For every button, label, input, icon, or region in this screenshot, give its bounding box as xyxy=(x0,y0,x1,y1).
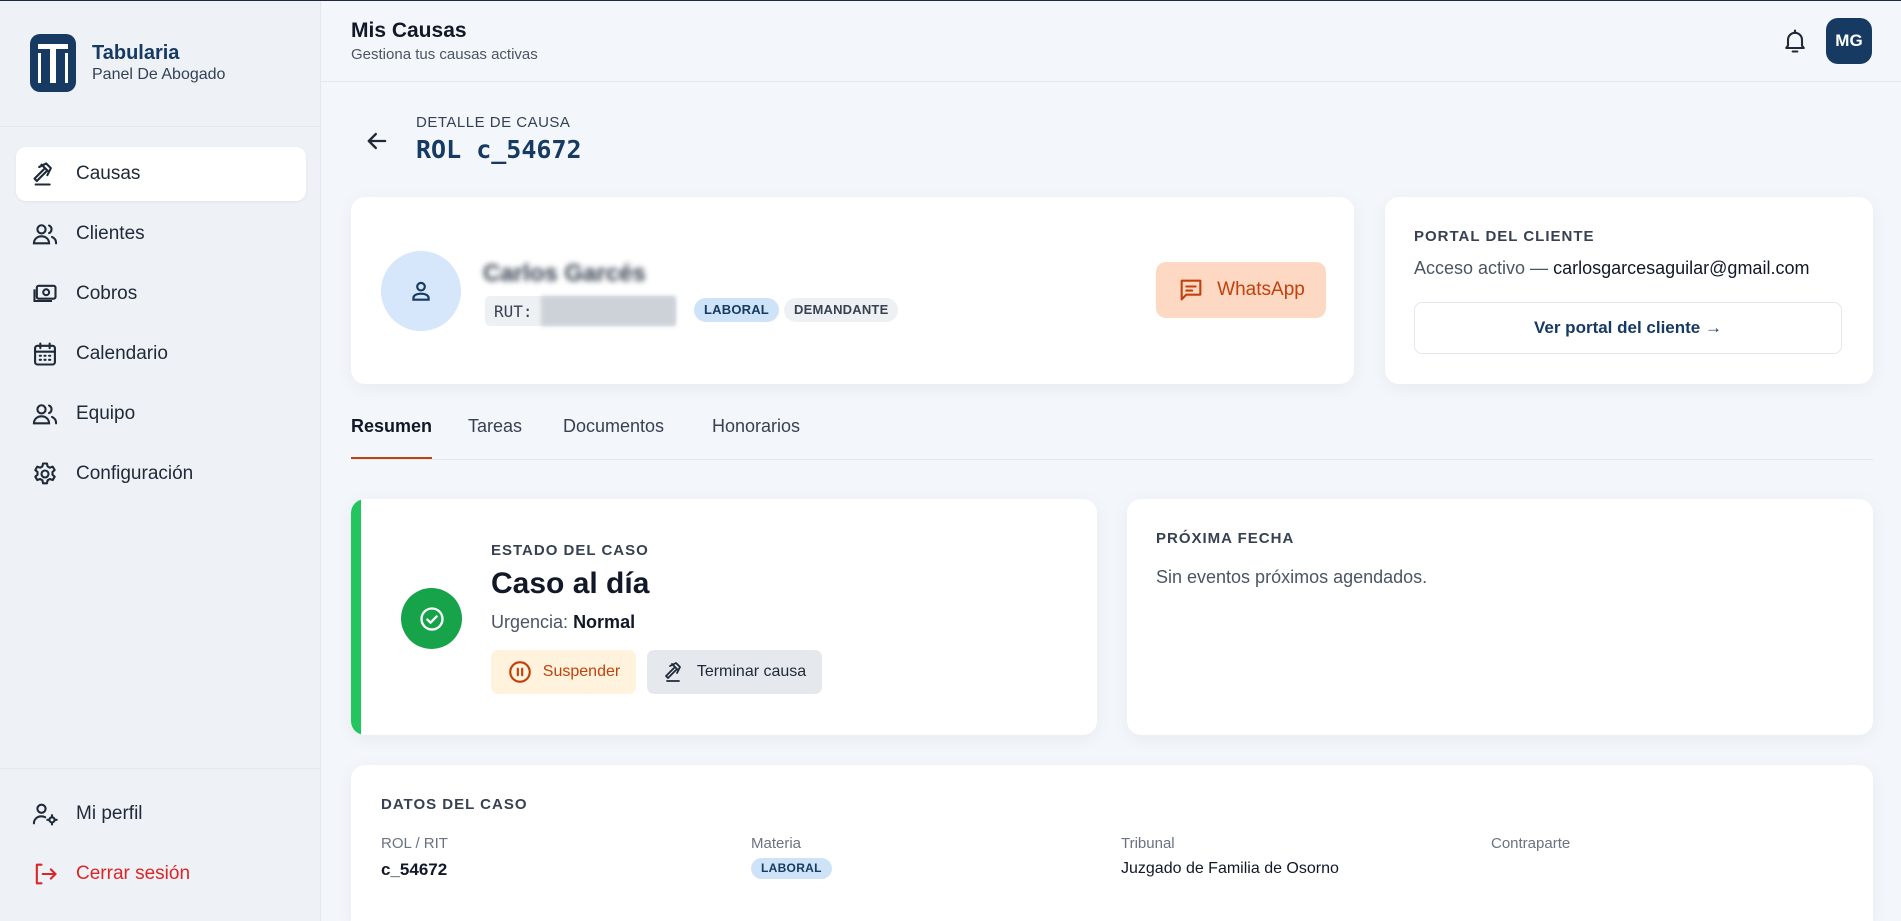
client-portal-card: PORTAL DEL CLIENTE Acceso activo — carlo… xyxy=(1385,197,1873,384)
next-date-card: PRÓXIMA FECHA Sin eventos próximos agend… xyxy=(1127,499,1873,735)
field-label: Contraparte xyxy=(1491,835,1571,852)
next-date-text: Sin eventos próximos agendados. xyxy=(1156,567,1428,587)
urgency-label: Urgencia: xyxy=(491,612,569,632)
portal-title: PORTAL DEL CLIENTE xyxy=(1414,228,1595,245)
sidebar-item-label: Cobros xyxy=(76,283,138,304)
brand-subtitle: Panel De Abogado xyxy=(92,66,226,83)
client-card: Carlos Garcés RUT: LABORAL DEMANDANTE Wh… xyxy=(351,197,1354,384)
sidebar-item-equipo[interactable]: Equipo xyxy=(16,387,306,441)
field-label: ROL / RIT xyxy=(381,835,448,852)
team-icon xyxy=(32,404,58,425)
field-label: Materia xyxy=(751,835,802,852)
case-field-rol: ROL / RIT c_54672 xyxy=(381,835,448,880)
logout-button[interactable]: Cerrar sesión xyxy=(16,847,306,901)
sidebar-item-mi-perfil[interactable]: Mi perfil xyxy=(16,787,306,841)
back-arrow-icon[interactable] xyxy=(363,127,391,155)
tab-documentos[interactable]: Documentos xyxy=(563,416,664,459)
tab-tareas[interactable]: Tareas xyxy=(468,416,522,459)
calendar-icon xyxy=(34,342,56,366)
status-label: ESTADO DEL CASO xyxy=(491,542,649,559)
sidebar-divider xyxy=(0,126,320,127)
tag-laboral: LABORAL xyxy=(694,298,779,322)
next-date-title: PRÓXIMA FECHA xyxy=(1156,530,1295,547)
notification-bell-icon[interactable] xyxy=(1781,27,1809,55)
case-tabs: Resumen Tareas Documentos Honorarios xyxy=(351,401,1873,460)
logout-icon xyxy=(35,863,57,885)
urgency-value: Normal xyxy=(573,612,636,632)
rut-value-redacted xyxy=(540,296,676,326)
gavel-icon xyxy=(664,662,681,682)
client-name: Carlos Garcés xyxy=(483,260,646,287)
users-icon xyxy=(32,224,58,245)
field-value: c_54672 xyxy=(381,860,448,879)
status-title: Caso al día xyxy=(491,567,650,600)
user-settings-icon xyxy=(32,803,58,826)
materia-chip: LABORAL xyxy=(751,858,832,879)
sidebar: Tabularia Panel De Abogado Causas Client… xyxy=(0,1,321,921)
brand[interactable]: Tabularia Panel De Abogado xyxy=(30,34,225,92)
banknote-icon xyxy=(33,284,57,303)
gear-icon xyxy=(34,462,56,485)
sidebar-bottom-nav: Mi perfil Cerrar sesión xyxy=(16,787,306,907)
case-data-title: DATOS DEL CASO xyxy=(381,796,528,813)
sidebar-item-label: Mi perfil xyxy=(76,803,143,824)
terminate-label: Terminar causa xyxy=(696,663,807,680)
case-status-card: ESTADO DEL CASO Caso al día Urgencia: No… xyxy=(351,499,1097,735)
case-rol-title: ROL c_54672 xyxy=(416,135,582,164)
whatsapp-label: WhatsApp xyxy=(1217,279,1305,300)
field-label: Tribunal xyxy=(1121,835,1175,852)
view-portal-button[interactable]: Ver portal del cliente → xyxy=(1414,302,1842,354)
client-rut: RUT: xyxy=(485,296,676,326)
sidebar-divider xyxy=(0,768,320,769)
sidebar-item-label: Equipo xyxy=(76,403,136,424)
tab-honorarios[interactable]: Honorarios xyxy=(712,416,800,459)
sidebar-item-configuracion[interactable]: Configuración xyxy=(16,447,306,501)
tabularia-logo-icon xyxy=(30,34,76,92)
sidebar-item-label: Cerrar sesión xyxy=(76,863,191,884)
terminate-case-button[interactable]: Terminar causa xyxy=(647,650,822,694)
urgency: Urgencia: Normal xyxy=(491,612,635,633)
status-accent-bar xyxy=(351,499,361,735)
client-avatar xyxy=(381,251,461,331)
sidebar-item-cobros[interactable]: Cobros xyxy=(16,267,306,321)
sidebar-item-label: Configuración xyxy=(76,463,194,484)
whatsapp-button[interactable]: WhatsApp xyxy=(1156,262,1326,318)
tag-demandante: DEMANDANTE xyxy=(784,298,899,322)
brand-name: Tabularia xyxy=(92,42,180,64)
sidebar-nav: Causas Clientes Cobros Calendario Equipo… xyxy=(16,147,306,507)
sidebar-item-clientes[interactable]: Clientes xyxy=(16,207,306,261)
sidebar-item-calendario[interactable]: Calendario xyxy=(16,327,306,381)
rut-label: RUT: xyxy=(494,301,533,321)
gavel-icon xyxy=(33,162,52,186)
brand-text: Tabularia Panel De Abogado xyxy=(92,41,225,85)
sidebar-item-causas[interactable]: Causas xyxy=(16,147,306,201)
detail-overline: DETALLE DE CAUSA xyxy=(416,114,571,131)
case-field-contraparte: Contraparte xyxy=(1491,835,1570,860)
check-circle-icon xyxy=(401,588,462,649)
sidebar-item-label: Clientes xyxy=(76,223,145,244)
user-avatar[interactable]: MG xyxy=(1826,18,1872,64)
suspend-button[interactable]: Suspender xyxy=(491,650,636,694)
case-field-materia: Materia LABORAL xyxy=(751,835,832,879)
top-header: Mis Causas Gestiona tus causas activas M… xyxy=(321,1,1901,82)
suspend-label: Suspender xyxy=(542,663,621,680)
user-icon xyxy=(412,281,430,301)
field-value: Juzgado de Familia de Osorno xyxy=(1121,860,1339,877)
portal-email: carlosgarcesaguilar@gmail.com xyxy=(1553,258,1810,278)
portal-access-text: Acceso activo — carlosgarcesaguilar@gmai… xyxy=(1414,258,1809,279)
pause-circle-icon xyxy=(508,661,531,683)
chat-icon xyxy=(1180,279,1202,301)
page-section-subtitle: Gestiona tus causas activas xyxy=(351,46,538,63)
sidebar-item-label: Causas xyxy=(76,163,141,184)
portal-access-prefix: Acceso activo — xyxy=(1414,258,1549,278)
case-data-card: DATOS DEL CASO ROL / RIT c_54672 Materia… xyxy=(351,765,1873,921)
tab-resumen[interactable]: Resumen xyxy=(351,416,433,459)
case-field-tribunal: Tribunal Juzgado de Familia de Osorno xyxy=(1121,835,1339,878)
page-section-title: Mis Causas xyxy=(351,19,467,42)
sidebar-item-label: Calendario xyxy=(76,343,168,364)
